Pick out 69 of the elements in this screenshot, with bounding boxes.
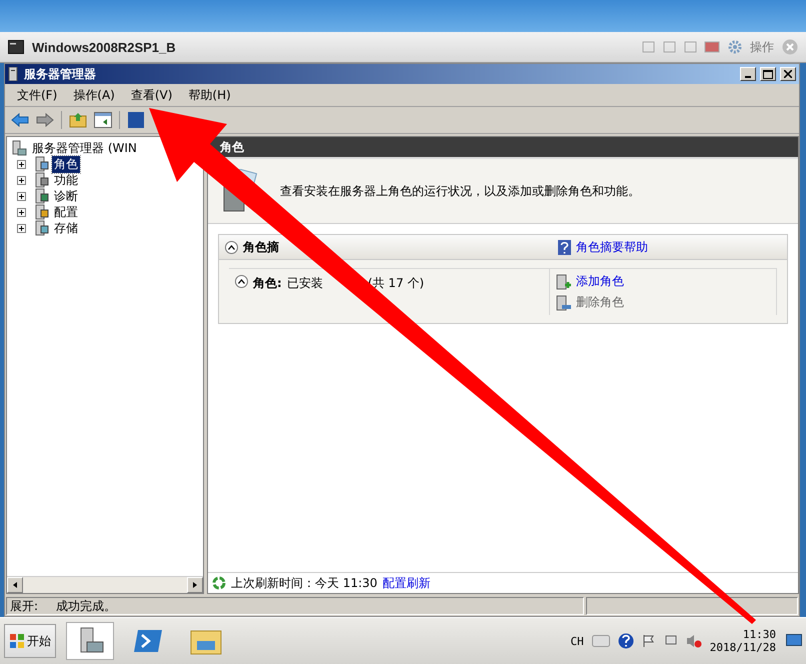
show-desktop-icon[interactable] [786,634,802,648]
terminal-prompt-icon [133,628,163,654]
refresh-time: 上次刷新时间：今天 11:30 [231,574,378,592]
server-action-icon[interactable] [556,274,572,290]
server-manager-task-button[interactable] [66,622,114,660]
close-icon [784,70,792,78]
tree-item[interactable]: 配置 [52,204,80,220]
tree-item[interactable]: 角色 [52,156,80,172]
menu-item[interactable]: 文件(F) [11,84,64,106]
collapse-toggle[interactable] [225,240,238,254]
status-message: 成功完成。 [56,598,116,614]
maximize-button[interactable] [760,67,776,81]
server-node-icon [33,220,49,236]
tree-item[interactable]: 诊断 [52,188,80,204]
help-icon[interactable] [618,633,634,649]
expand-toggle[interactable] [17,208,26,216]
menu-item[interactable]: 帮助(H) [182,84,237,106]
menu-item[interactable]: 查看(V) [124,84,178,106]
action-menu-label[interactable]: 操作 [750,38,774,56]
server-icon [8,67,20,81]
chevron-icon [238,279,245,284]
collapse-toggle[interactable] [235,275,248,288]
section-title: 角色摘 [243,238,280,256]
expand-toggle[interactable] [17,176,26,184]
scroll-left-button[interactable] [7,577,23,593]
server-node-icon [33,204,49,220]
roles-label: 角色: [253,275,282,292]
speaker-muted-icon[interactable] [686,634,702,648]
flag-icon[interactable] [642,634,656,648]
server-node-icon [33,172,49,188]
maximize-icon [763,70,773,78]
help-link[interactable]: 角色摘要帮助 [576,238,648,256]
action-link[interactable]: 添加角色 [576,273,624,290]
start-button[interactable]: 开始 [4,624,56,658]
horizontal-scrollbar[interactable] [7,576,203,593]
vm-window-title: Windows2008R2SP1_B [32,40,176,54]
tree-item[interactable]: 存储 [52,220,80,236]
server-node-icon [33,156,49,172]
arrow-icon [11,581,19,589]
help-icon[interactable] [558,240,571,254]
menu-item[interactable]: 操作(A) [67,84,121,106]
show-hide-tree-button[interactable] [92,109,114,131]
close-button[interactable] [780,67,796,81]
expand-toggle[interactable] [17,192,26,200]
expand-toggle[interactable] [17,224,26,232]
app-window-title: 服务器管理器 [24,66,96,82]
server-manager-icon [11,140,27,156]
chevron-icon [228,244,235,250]
server-action-icon[interactable] [556,294,572,310]
console-icon [8,40,24,54]
configure-refresh-link[interactable]: 配置刷新 [382,574,430,592]
minimize-button[interactable] [740,67,756,81]
panel-header: 角色 [208,137,798,159]
clock-time[interactable]: 11:30 [742,628,776,641]
tree-root[interactable]: 服务器管理器 (WIN [30,140,139,156]
scroll-right-button[interactable] [187,577,203,593]
window-controls-icon[interactable] [642,40,720,54]
refresh-icon [212,576,226,590]
language-indicator[interactable]: CH [570,634,584,648]
server-node-icon [33,188,49,204]
description-text: 查看安装在服务器上角色的运行状况，以及添加或删除角色和功能。 [280,182,640,200]
status-label: 展开: [10,598,38,614]
arrow-icon [191,581,199,589]
tree-item[interactable]: 功能 [52,172,80,188]
windows-logo-icon [9,633,25,649]
help-button[interactable] [125,109,147,131]
clock-date[interactable]: 2018/11/28 [710,641,776,654]
installed-text: 已安装 [286,275,323,292]
expand-toggle[interactable] [17,160,26,168]
